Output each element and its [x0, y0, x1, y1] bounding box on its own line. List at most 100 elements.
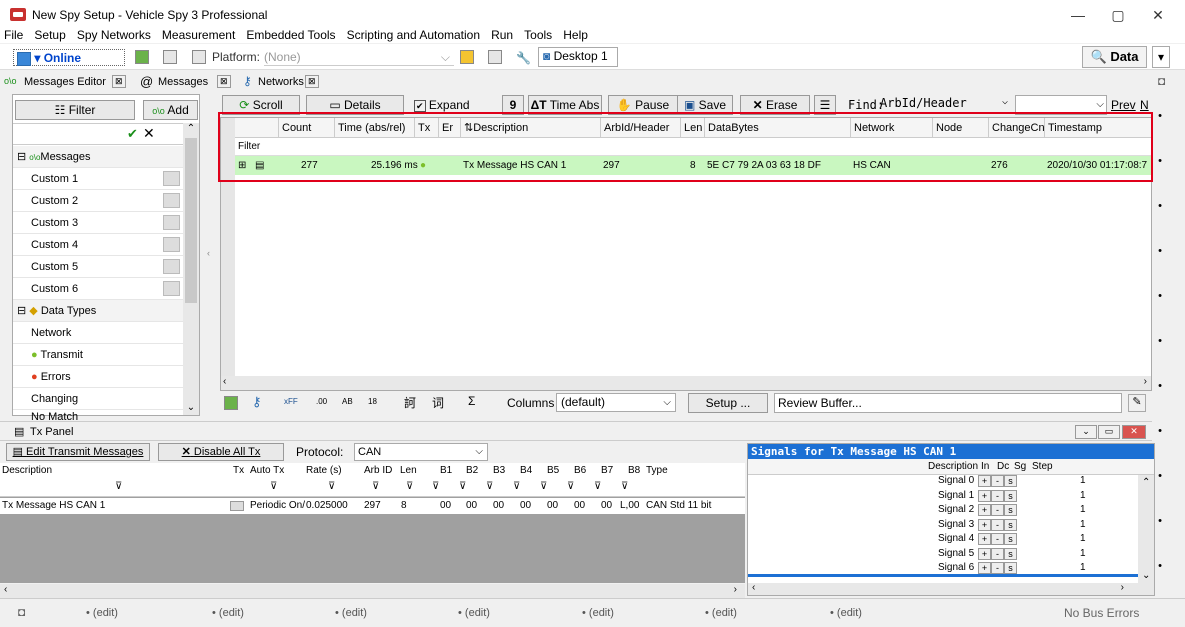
menu-scripting[interactable]: Scripting and Automation	[343, 27, 484, 43]
increment-icon[interactable]: +	[978, 533, 991, 545]
tx-hscrollbar[interactable]: ‹ ›	[0, 584, 745, 598]
camera-icon[interactable]: ◘	[18, 605, 25, 619]
check-all-icon[interactable]: ✔	[127, 126, 138, 142]
tx-cell-b1[interactable]: 00	[440, 498, 451, 514]
tx-header-b2[interactable]: B2	[466, 463, 478, 479]
wrench-icon[interactable]: 🔧	[516, 50, 531, 65]
minimize-button[interactable]: —	[1058, 4, 1098, 26]
menu-spy-networks[interactable]: Spy Networks	[73, 27, 155, 43]
menu-file[interactable]: File	[0, 27, 27, 43]
increment-icon[interactable]: +	[978, 475, 991, 487]
decrement-icon[interactable]: -	[991, 504, 1004, 516]
tab-messages-editor[interactable]: Messages Editor	[24, 76, 106, 88]
tree-transmit[interactable]: ● Transmit	[13, 344, 183, 366]
decrement-icon[interactable]: -	[991, 562, 1004, 574]
statistics-icon[interactable]: Σ	[468, 394, 475, 408]
status-edit-7[interactable]: • (edit)	[830, 607, 862, 619]
signal-step[interactable]: 1	[1080, 504, 1086, 515]
next-button[interactable]: N	[1140, 98, 1149, 112]
signal-row[interactable]: Signal 6 + - s 1	[748, 562, 1154, 577]
signal-step[interactable]: 1	[1080, 533, 1086, 544]
collapse-left-icon[interactable]: ‹	[207, 248, 210, 258]
scroll-left-icon[interactable]: ‹	[752, 582, 755, 593]
tree-data-types[interactable]: ⊟ ◆ Data Types	[13, 300, 183, 322]
filter-icon[interactable]: ⊽	[115, 481, 122, 492]
set-icon[interactable]: s	[1004, 489, 1017, 502]
close-panel-icon[interactable]: ✕	[1122, 425, 1146, 439]
filter-icon[interactable]: ⊽	[486, 481, 493, 492]
tree-checkbox[interactable]	[163, 215, 180, 230]
tree-checkbox[interactable]	[163, 259, 180, 274]
camera-icon[interactable]: ◘	[1158, 74, 1165, 88]
signal-step[interactable]: 1	[1080, 475, 1086, 486]
signal-row[interactable]: Signal 4 + - s 1	[748, 533, 1154, 548]
filter-icon[interactable]: ⊽	[540, 481, 547, 492]
tx-header-arbid[interactable]: Arb ID	[364, 463, 392, 479]
dictionary-icon[interactable]: 词	[432, 394, 444, 411]
increment-icon[interactable]: +	[978, 489, 991, 502]
platform-icon[interactable]	[192, 50, 206, 64]
close-tab-icon[interactable]: ⊠	[305, 75, 319, 88]
tx-header-autotx[interactable]: Auto Tx	[250, 463, 284, 479]
protocol-select[interactable]: CAN ⌵	[354, 443, 488, 461]
filter-icon[interactable]: ⊽	[270, 481, 277, 492]
tx-cell-b2[interactable]: 00	[466, 498, 477, 514]
scroll-right-icon[interactable]: ›	[1144, 376, 1147, 387]
columns-select[interactable]: (default) ⌵	[556, 393, 676, 412]
increment-icon[interactable]: +	[978, 547, 991, 560]
set-icon[interactable]: s	[1004, 547, 1017, 560]
hex-format-button[interactable]: xFF	[284, 397, 298, 406]
grid-hscrollbar[interactable]: ‹ ›	[221, 376, 1151, 390]
signal-step[interactable]: 1	[1080, 490, 1086, 501]
tab-messages[interactable]: Messages	[158, 76, 208, 88]
maximize-button[interactable]: ▢	[1098, 4, 1138, 26]
tree-checkbox[interactable]	[163, 193, 180, 208]
increment-icon[interactable]: +	[978, 518, 991, 531]
decrement-icon[interactable]: -	[991, 533, 1004, 545]
menu-tools[interactable]: Tools	[520, 27, 556, 43]
tx-cell-b7[interactable]: 00	[601, 498, 612, 514]
filter-icon[interactable]: ⊽	[432, 481, 439, 492]
tx-header-b3[interactable]: B3	[493, 463, 505, 479]
tx-cell-rate[interactable]: 0.025000	[306, 498, 348, 514]
expand-checkbox[interactable]: ✔ Expand	[414, 98, 470, 112]
set-icon[interactable]: s	[1004, 504, 1017, 516]
tx-header-rate[interactable]: Rate (s)	[306, 463, 342, 479]
copy-icon[interactable]	[488, 50, 502, 64]
menu-help[interactable]: Help	[559, 27, 592, 43]
tx-enable-checkbox[interactable]	[230, 501, 244, 511]
decrement-icon[interactable]: -	[991, 547, 1004, 560]
set-icon[interactable]: s	[1004, 533, 1017, 545]
filter-button[interactable]: ☷ Filter	[15, 100, 135, 120]
tx-cell-arbid[interactable]: 297	[364, 498, 381, 514]
menu-run[interactable]: Run	[487, 27, 517, 43]
scroll-left-icon[interactable]: ‹	[223, 376, 226, 387]
status-edit-4[interactable]: • (edit)	[458, 607, 490, 619]
scroll-down-icon[interactable]: ⌄	[1142, 570, 1150, 581]
menu-measurement[interactable]: Measurement	[158, 27, 239, 43]
status-edit-2[interactable]: • (edit)	[212, 607, 244, 619]
status-edit-6[interactable]: • (edit)	[705, 607, 737, 619]
set-icon[interactable]: s	[1004, 518, 1017, 531]
tree-checkbox[interactable]	[163, 237, 180, 252]
filter-icon[interactable]: ⊽	[459, 481, 466, 492]
tree-custom-4[interactable]: Custom 4	[13, 234, 183, 256]
status-edit-5[interactable]: • (edit)	[582, 607, 614, 619]
menu-setup[interactable]: Setup	[30, 27, 69, 43]
tx-cell-b6[interactable]: 00	[574, 498, 585, 514]
signal-row[interactable]: Signal 0 + - s 1	[748, 475, 1154, 490]
filter-icon[interactable]: ⊽	[406, 481, 413, 492]
tx-header-type[interactable]: Type	[646, 463, 668, 479]
scroll-up-icon[interactable]: ⌃	[183, 123, 199, 134]
binary-format-button[interactable]: 18	[368, 397, 377, 406]
restore-panel-icon[interactable]: ▭	[1098, 425, 1120, 439]
signal-row[interactable]: Signal 2 + - s 1	[748, 504, 1154, 519]
filter-icon[interactable]: ⊽	[567, 481, 574, 492]
uncheck-all-icon[interactable]: ✕	[143, 125, 155, 142]
signal-row[interactable]: Signal 1 + - s 1	[748, 489, 1154, 505]
tree-custom-3[interactable]: Custom 3	[13, 212, 183, 234]
scroll-left-icon[interactable]: ‹	[4, 584, 7, 595]
tx-header-tx[interactable]: Tx	[233, 463, 244, 479]
tab-networks[interactable]: Networks	[258, 76, 304, 88]
close-tab-icon[interactable]: ⊠	[217, 75, 231, 88]
